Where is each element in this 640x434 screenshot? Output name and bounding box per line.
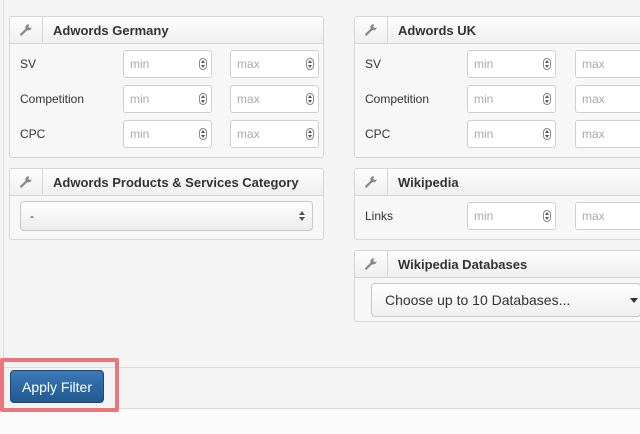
row-cpc: CPC min max [355,119,640,149]
placeholder-text: min [474,209,494,223]
panel-adwords-germany: Adwords Germany SV min max Competition m… [9,16,324,158]
panel-header: Adwords Germany [10,17,323,44]
panel-title: Adwords Products & Services Category [53,174,299,190]
row-cpc: CPC min max [10,119,323,149]
placeholder-text: min [474,57,494,71]
placeholder-text: max [582,209,605,223]
row-competition: Competition min max [10,84,323,114]
spinner-icon[interactable] [306,93,314,105]
competition-max-input[interactable]: max [575,85,640,113]
apply-filter-button[interactable]: Apply Filter [10,370,104,403]
row-label: SV [365,57,382,71]
placeholder-text: min [474,92,494,106]
placeholder-text: max [237,57,260,71]
databases-select[interactable]: Choose up to 10 Databases... [371,283,640,317]
row-competition: Competition min max [355,84,640,114]
panel-wikipedia: Wikipedia Links min max [354,168,640,240]
competition-min-input[interactable]: min [467,85,556,113]
links-min-input[interactable]: min [467,202,556,230]
left-border [3,0,4,368]
competition-max-input[interactable]: max [230,85,319,113]
placeholder-text: min [130,127,150,141]
sv-min-input[interactable]: min [123,50,212,78]
placeholder-text: max [582,127,605,141]
panel-adwords-category: Adwords Products & Services Category - [9,168,324,240]
panel-title: Wikipedia [398,174,459,190]
spinner-icon[interactable] [199,128,207,140]
select-arrows-icon [299,211,305,221]
placeholder-text: min [130,57,150,71]
row-label: Links [365,209,394,223]
panel-title: Adwords Germany [53,22,169,38]
panel-header: Wikipedia [355,169,640,196]
spinner-icon[interactable] [543,128,551,140]
wrench-icon [10,169,43,195]
placeholder-text: max [582,57,605,71]
cpc-min-input[interactable]: min [467,120,556,148]
wrench-icon [355,17,388,43]
panel-wikipedia-databases: Wikipedia Databases Choose up to 10 Data… [354,250,640,322]
panel-title: Wikipedia Databases [398,256,528,272]
panel-header: Wikipedia Databases [355,251,640,278]
placeholder-text: max [237,92,260,106]
select-value: - [30,209,34,223]
category-select[interactable]: - [20,201,313,231]
placeholder-text: max [582,92,605,106]
row-sv: SV min max [10,49,323,79]
row-label: CPC [20,127,46,141]
wrench-icon [355,169,388,195]
wrench-icon [355,251,388,277]
filter-page: Adwords Germany SV min max Competition m… [0,0,640,434]
links-max-input[interactable]: max [575,202,640,230]
row-label: Competition [20,92,85,106]
spinner-icon[interactable] [306,58,314,70]
footer-area [0,409,640,434]
row-label: Competition [365,92,430,106]
caret-down-icon [630,298,638,303]
wrench-icon [10,17,43,43]
panel-header: Adwords Products & Services Category [10,169,323,196]
placeholder-text: max [237,127,260,141]
row-label: SV [20,57,37,71]
spinner-icon[interactable] [543,93,551,105]
cpc-max-input[interactable]: max [575,120,640,148]
spinner-icon[interactable] [543,58,551,70]
spinner-icon[interactable] [199,58,207,70]
row-sv: SV min max [355,49,640,79]
sv-min-input[interactable]: min [467,50,556,78]
competition-min-input[interactable]: min [123,85,212,113]
spinner-icon[interactable] [306,128,314,140]
cpc-max-input[interactable]: max [230,120,319,148]
placeholder-text: min [474,127,494,141]
placeholder-text: min [130,92,150,106]
cpc-min-input[interactable]: min [123,120,212,148]
row-label: CPC [365,127,391,141]
panel-title: Adwords UK [398,22,476,38]
panel-adwords-uk: Adwords UK SV min max Competition min ma… [354,16,640,158]
sv-max-input[interactable]: max [230,50,319,78]
select-placeholder: Choose up to 10 Databases... [385,292,571,308]
row-links: Links min max [355,201,640,231]
spinner-icon[interactable] [199,93,207,105]
spinner-icon[interactable] [543,210,551,222]
sv-max-input[interactable]: max [575,50,640,78]
panel-header: Adwords UK [355,17,640,44]
